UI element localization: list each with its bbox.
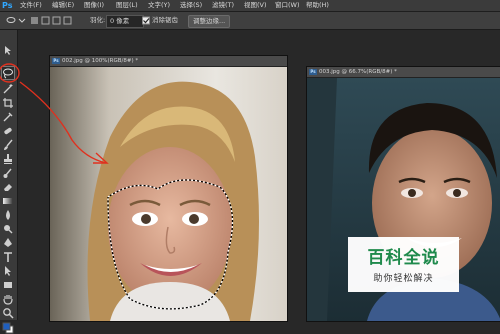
portrait-photo-002 — [50, 67, 287, 321]
menu-layer[interactable]: 图层(L) — [116, 0, 138, 11]
blur-icon[interactable] — [2, 209, 14, 221]
menu-view[interactable]: 视图(V) — [244, 0, 267, 11]
feather-input[interactable]: 0 像素 — [106, 15, 144, 28]
document-tab-003[interactable]: Ps 003.jpg @ 66.7%(RGB/8#) * — [307, 67, 500, 78]
document-canvas-002[interactable] — [50, 67, 287, 321]
hand-icon[interactable] — [2, 293, 14, 305]
document-window-002[interactable]: Ps 002.jpg @ 100%(RGB/8#) * — [49, 55, 288, 322]
antialias-label: 消除锯齿 — [152, 16, 178, 24]
document-title-003: 003.jpg @ 66.7%(RGB/8#) * — [319, 69, 397, 75]
refine-edge-button[interactable]: 调整边缘... — [188, 15, 231, 28]
gradient-icon[interactable] — [2, 195, 14, 207]
dodge-icon[interactable] — [2, 223, 14, 235]
menu-bar: Ps 文件(F) 编辑(E) 图像(I) 图层(L) 文字(Y) 选择(S) 滤… — [0, 0, 500, 12]
options-bar: 羽化: 0 像素 消除锯齿 调整边缘... — [0, 12, 500, 30]
lasso-icon[interactable] — [1, 66, 15, 80]
clone-stamp-icon[interactable] — [2, 153, 14, 165]
color-swatches-icon[interactable] — [2, 322, 14, 334]
type-icon[interactable] — [2, 251, 14, 263]
pen-icon[interactable] — [2, 237, 14, 249]
menu-select[interactable]: 选择(S) — [180, 0, 202, 11]
menu-file[interactable]: 文件(F) — [20, 0, 42, 11]
watermark-title: 百科全说 — [367, 248, 440, 268]
watermark-logo: 百科全说 助你轻松解决 — [348, 237, 459, 292]
history-brush-icon[interactable] — [2, 167, 14, 179]
eraser-icon[interactable] — [2, 181, 14, 193]
path-select-icon[interactable] — [2, 265, 14, 277]
healing-brush-icon[interactable] — [2, 125, 14, 137]
document-file-icon: Ps — [309, 69, 317, 75]
document-file-icon: Ps — [52, 58, 60, 64]
menu-type[interactable]: 文字(Y) — [148, 0, 170, 11]
photoshop-logo: Ps — [2, 1, 13, 10]
antialias-checkbox[interactable] — [142, 15, 151, 26]
document-tab-002[interactable]: Ps 002.jpg @ 100%(RGB/8#) * — [50, 56, 287, 67]
tool-preset-lasso-icon[interactable] — [5, 15, 27, 26]
document-title-002: 002.jpg @ 100%(RGB/8#) * — [62, 58, 139, 64]
shape-icon[interactable] — [2, 279, 14, 291]
feather-label: 羽化: — [90, 16, 106, 24]
menu-image[interactable]: 图像(I) — [84, 0, 104, 11]
magic-wand-icon[interactable] — [2, 83, 14, 95]
watermark-subtitle: 助你轻松解决 — [373, 274, 434, 284]
selection-mode-icons[interactable] — [30, 15, 74, 26]
menu-filter[interactable]: 滤镜(T) — [212, 0, 234, 11]
tools-panel — [0, 30, 18, 334]
move-icon[interactable] — [2, 44, 14, 56]
menu-edit[interactable]: 编辑(E) — [52, 0, 74, 11]
menu-window[interactable]: 窗口(W) — [275, 0, 300, 11]
eyedropper-icon[interactable] — [2, 111, 14, 123]
zoom-icon[interactable] — [2, 307, 14, 319]
menu-help[interactable]: 帮助(H) — [306, 0, 329, 11]
crop-icon[interactable] — [2, 97, 14, 109]
brush-icon[interactable] — [2, 139, 14, 151]
